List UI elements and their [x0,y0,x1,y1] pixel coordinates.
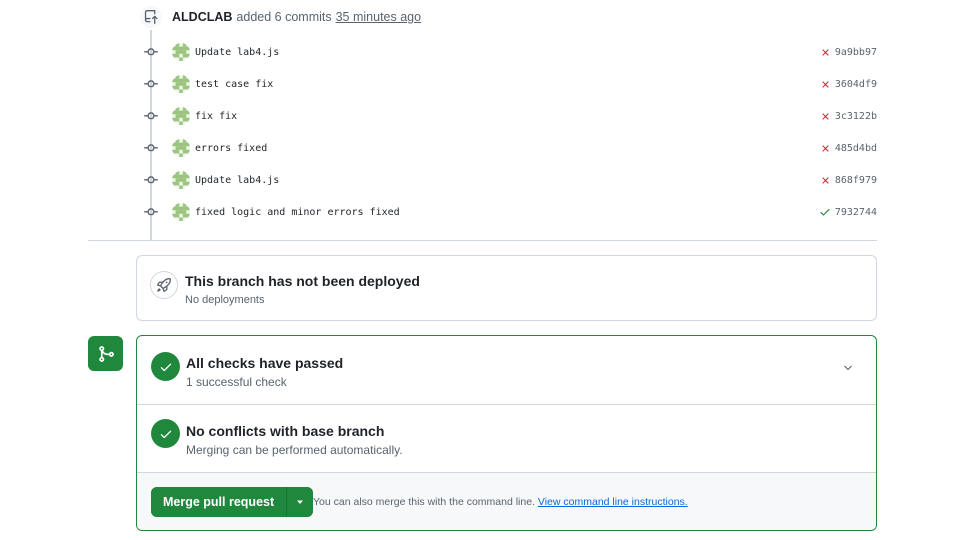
avatar[interactable] [172,43,190,61]
git-merge-icon [88,336,123,371]
commit-status: 3c3122b [820,111,877,122]
git-commit-icon [140,137,162,159]
rocket-icon [150,271,178,299]
git-commit-icon [140,73,162,95]
avatar[interactable] [172,139,190,157]
chevron-down-icon[interactable] [840,360,856,376]
divider [88,240,877,241]
commit-status: 3604df9 [820,79,877,90]
x-icon[interactable] [820,47,831,58]
commit-sha[interactable]: 485d4bd [835,143,877,154]
push-text: added 6 commits [236,10,332,24]
commit-message[interactable]: Update lab4.js [195,47,279,58]
commit-status: 868f979 [820,175,877,186]
triangle-down-icon [297,500,304,504]
checks-section[interactable]: All checks have passed 1 successful chec… [137,336,876,405]
avatar[interactable] [172,107,190,125]
conflicts-subtitle: Merging can be performed automatically. [186,443,403,457]
merge-box: All checks have passed 1 successful chec… [136,335,877,531]
checks-title: All checks have passed [186,355,344,371]
git-commit-icon [140,169,162,191]
commit-sha[interactable]: 7932744 [835,207,877,218]
commit-status: 9a9bb97 [820,47,877,58]
commit-sha[interactable]: 3c3122b [835,111,877,122]
deployment-subtitle: No deployments [185,294,265,306]
commit-message[interactable]: fixed logic and minor errors fixed [195,207,400,218]
check-icon[interactable] [819,206,831,218]
avatar[interactable] [172,203,190,221]
x-icon[interactable] [820,111,831,122]
checks-subtitle: 1 successful check [186,375,287,389]
commit-row: Update lab4.js 868f979 [140,168,877,192]
commit-message[interactable]: fix fix [195,111,237,122]
commit-message[interactable]: Update lab4.js [195,175,279,186]
commit-status: 7932744 [819,206,877,218]
commit-row: fix fix 3c3122b [140,104,877,128]
x-icon[interactable] [820,143,831,154]
deployment-box: This branch has not been deployed No dep… [136,255,877,321]
commit-status: 485d4bd [820,143,877,154]
merge-action-section: Merge pull request You can also merge th… [137,473,876,530]
commit-sha[interactable]: 868f979 [835,175,877,186]
x-icon[interactable] [820,175,831,186]
check-circle-icon [151,419,180,448]
conflicts-title: No conflicts with base branch [186,423,385,439]
git-commit-icon [140,201,162,223]
repo-push-icon [140,6,162,28]
cli-hint-text: You can also merge this with the command… [313,496,535,508]
x-icon[interactable] [820,79,831,90]
avatar[interactable] [172,171,190,189]
avatar[interactable] [172,75,190,93]
push-time[interactable]: 35 minutes ago [336,10,421,24]
merge-button-group: Merge pull request [151,487,314,517]
git-commit-icon [140,105,162,127]
commit-row: Update lab4.js 9a9bb97 [140,40,877,64]
push-author[interactable]: ALDCLAB [172,10,232,24]
commit-row: errors fixed 485d4bd [140,136,877,160]
commit-sha[interactable]: 3604df9 [835,79,877,90]
check-circle-icon [151,352,180,381]
commit-row: fixed logic and minor errors fixed 793274… [140,200,877,224]
git-commit-icon [140,41,162,63]
commit-row: test case fix 3604df9 [140,72,877,96]
conflicts-section: No conflicts with base branch Merging ca… [137,405,876,473]
merge-pull-request-button[interactable]: Merge pull request [151,487,287,517]
commit-message[interactable]: test case fix [195,79,273,90]
cli-instructions-link[interactable]: View command line instructions. [538,496,688,508]
merge-options-dropdown[interactable] [287,487,314,517]
commit-sha[interactable]: 9a9bb97 [835,47,877,58]
cli-hint: You can also merge this with the command… [313,496,688,508]
deployment-title: This branch has not been deployed [185,273,420,289]
commit-message[interactable]: errors fixed [195,143,267,154]
push-event: ALDCLAB added 6 commits 35 minutes ago [140,6,421,28]
